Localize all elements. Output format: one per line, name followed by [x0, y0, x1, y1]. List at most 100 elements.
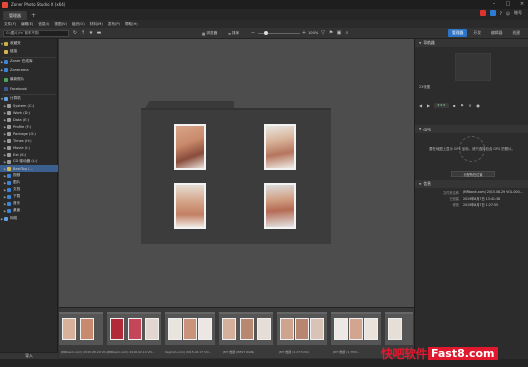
menu-file[interactable]: 文件(F)	[4, 22, 16, 27]
info-value: 2019年8月7日 13:41:38	[463, 197, 501, 201]
sidebar-item-besttop[interactable]: ▶ BestTop (...	[0, 165, 58, 172]
search-icon[interactable]: ⌕	[344, 30, 350, 36]
menu-material[interactable]: 材料(M)	[90, 22, 103, 27]
drive-icon	[7, 131, 11, 136]
account-label[interactable]: 账号	[514, 10, 522, 16]
sort-button[interactable]: ≡ 排序	[228, 30, 239, 37]
filmstrip-folder[interactable]	[385, 312, 413, 345]
sidebar-item-drive-f[interactable]: ▶ Profile (F:)	[0, 123, 58, 130]
photo-thumbnail[interactable]	[174, 124, 206, 170]
photo-image	[266, 126, 294, 168]
folder-icon[interactable]: ▬	[96, 30, 102, 36]
menu-info[interactable]: 信息(I)	[38, 22, 49, 27]
lock-icon[interactable]: ▣	[336, 30, 342, 36]
music-icon	[7, 201, 11, 206]
sidebar-item-zoner-online[interactable]: ▶ Zoner 在线库	[0, 58, 58, 65]
sidebar-item-pictures[interactable]: ▶ 图片	[0, 179, 58, 186]
filmstrip-folder[interactable]	[59, 312, 103, 345]
add-tab-icon[interactable]: +	[29, 11, 38, 20]
next-icon[interactable]: ▶	[426, 103, 431, 108]
star-rating-icon[interactable]: ★★★	[434, 103, 449, 108]
filmstrip-folder[interactable]	[165, 312, 215, 345]
sidebar-item-drive-g[interactable]: ▶ Package (G:)	[0, 130, 58, 137]
menu-publish[interactable]: 发布(P)	[108, 22, 120, 27]
tab-manager[interactable]: 管理器	[3, 11, 27, 20]
import-button[interactable]: 导入	[0, 352, 58, 359]
maximize-icon[interactable]: □	[504, 1, 512, 7]
sidebar-item-zonerama[interactable]: ▶ Zonerama	[0, 66, 58, 73]
user-icon[interactable]: ☺	[506, 11, 510, 16]
app-window: Zoner Photo Studio X (x64) – □ × 管理器 + ?…	[0, 0, 528, 367]
flag-icon[interactable]: ⚑	[328, 30, 334, 36]
sidebar-item-videos[interactable]: ▶ 视频	[0, 172, 58, 179]
sidebar-item-links[interactable]: 链接	[0, 48, 58, 55]
sidebar-item-computer[interactable]: ▼ 计算机	[0, 95, 58, 102]
sidebar-item-desktop[interactable]: ▶ 桌面	[0, 207, 58, 214]
filmstrip-folder[interactable]	[107, 312, 161, 345]
info-header[interactable]: ▼ 信息	[415, 180, 528, 188]
tab-create-mode[interactable]: 创建	[508, 29, 524, 37]
sidebar-item-drive-e[interactable]: ▶ Data (E:)	[0, 116, 58, 123]
gps-header[interactable]: ▼ GPS	[415, 125, 528, 133]
previous-icon[interactable]: ◀	[418, 103, 423, 108]
mode-tabs: 管理器 开发 编辑器 创建	[448, 29, 524, 37]
tab-develop-mode[interactable]: 开发	[469, 29, 485, 37]
sidebar-item-drive-d[interactable]: ▶ Work (D:)	[0, 109, 58, 116]
sidebar-item-drive-l[interactable]: ▶ CD 驱动器 (L:)	[0, 158, 58, 165]
reject-icon[interactable]: ✕	[468, 103, 473, 108]
flag-icon[interactable]: ⚑	[460, 103, 465, 108]
assign-location-button[interactable]: 分配所在位置	[451, 171, 495, 177]
address-input[interactable]: G:\图片\Yv´前车不熟\	[3, 30, 69, 37]
photo-thumbnail[interactable]	[174, 183, 206, 229]
sidebar-item-label: Zoner 在线库	[10, 59, 33, 63]
sidebar-item-label: 视频	[13, 173, 21, 177]
sidebar-item-label: 音乐	[13, 201, 21, 205]
refresh-icon[interactable]: ↻	[72, 30, 78, 36]
filmstrip-folder[interactable]	[219, 312, 273, 345]
sidebar-item-recent[interactable]: 最新照片	[0, 76, 58, 83]
filmstrip-folder[interactable]	[277, 312, 327, 345]
menu-view[interactable]: 视图(V)	[54, 22, 66, 27]
minimize-icon[interactable]: –	[490, 1, 498, 7]
sidebar-item-label: Profile (F:)	[13, 124, 32, 129]
filter-icon[interactable]: ▽	[320, 30, 326, 36]
photo-thumbnail[interactable]	[264, 183, 296, 229]
up-folder-icon[interactable]: ↑	[80, 30, 86, 36]
zoom-in-icon[interactable]: +	[301, 30, 307, 36]
sidebar-item-music[interactable]: ▶ 音乐	[0, 200, 58, 207]
photo-thumbnail	[128, 318, 142, 340]
gps-title: GPS	[423, 126, 431, 132]
tab-editor-mode[interactable]: 编辑器	[487, 29, 506, 37]
sidebar-item-drive-h[interactable]: ▶ Times (H:)	[0, 137, 58, 144]
tab-manager-mode[interactable]: 管理器	[448, 29, 468, 37]
menu-organize[interactable]: 组织(O)	[72, 22, 85, 27]
sidebar-item-documents[interactable]: ▶ 文档	[0, 186, 58, 193]
photo-thumbnail	[364, 318, 378, 340]
sidebar-item-drive-k[interactable]: ▶ Ext (K:)	[0, 151, 58, 158]
toolbar: G:\图片\Yv´前车不熟\ ↻ ↑ ★ ▬ ▦ 浏览器 ≡ 排序 − + 10…	[0, 28, 528, 39]
sidebar-item-drive-i[interactable]: ▶ Movie (I:)	[0, 144, 58, 151]
menu-edit[interactable]: 编辑(E)	[21, 22, 33, 27]
notification-icon[interactable]	[479, 10, 486, 16]
sidebar-item-drive-c[interactable]: ▶ System (C:)	[0, 102, 58, 109]
sidebar-item-facebook[interactable]: Facebook	[0, 85, 58, 92]
navigator-header[interactable]: ▼ 导航器	[415, 39, 528, 47]
photo-thumbnail[interactable]	[264, 124, 296, 170]
sidebar-item-favorites[interactable]: ▼ 收藏夹	[0, 40, 58, 47]
browser-view-button[interactable]: ▦ 浏览器	[202, 30, 217, 37]
zoom-slider-handle[interactable]	[264, 31, 268, 35]
sort-icon: ≡	[228, 31, 232, 36]
sync-icon[interactable]	[489, 10, 496, 16]
sidebar-item-network[interactable]: ▶ 网络	[0, 215, 58, 222]
color-label-icon[interactable]: ●	[476, 103, 481, 108]
close-icon[interactable]: ×	[518, 1, 526, 7]
label-icon[interactable]: ▪	[452, 103, 457, 108]
zoom-out-icon[interactable]: −	[250, 30, 256, 36]
sidebar-item-downloads[interactable]: ▶ 下载	[0, 193, 58, 200]
watermark-en: Fast8.com	[431, 346, 495, 360]
star-icon[interactable]: ★	[88, 30, 94, 36]
help-icon[interactable]: ?	[500, 11, 502, 16]
menu-help[interactable]: 帮助(H)	[125, 22, 138, 27]
filmstrip-folder[interactable]	[331, 312, 381, 345]
folder-preview[interactable]	[141, 108, 331, 244]
